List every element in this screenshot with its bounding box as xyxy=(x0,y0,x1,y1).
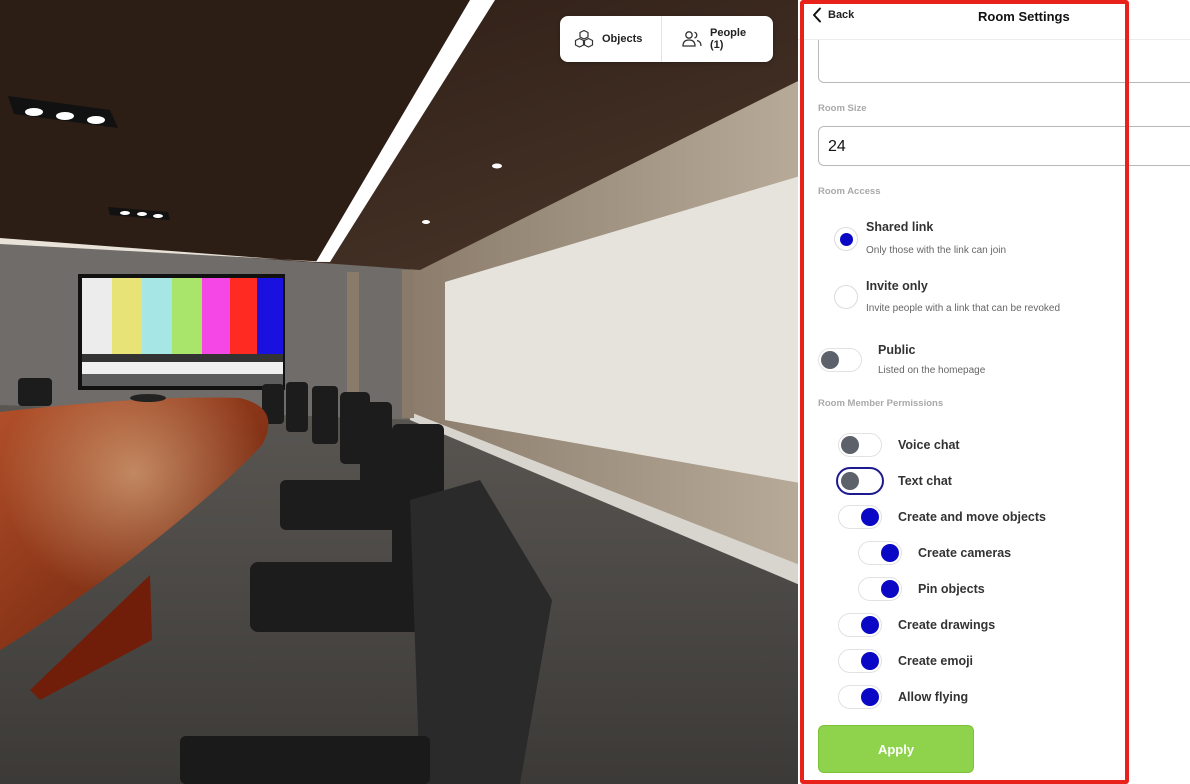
radio-shared-link[interactable] xyxy=(834,227,858,251)
apply-label: Apply xyxy=(877,741,915,757)
public-toggle[interactable] xyxy=(818,348,862,372)
room-size-input[interactable]: 24 xyxy=(818,126,1190,166)
toggle-create-move-objects[interactable] xyxy=(838,505,882,529)
panel-header: Back Room Settings xyxy=(798,0,1190,40)
people-icon xyxy=(682,31,702,47)
toggle-voice-chat[interactable] xyxy=(838,433,882,457)
toggle-allow-flying[interactable] xyxy=(838,685,882,709)
toggle-pin-objects[interactable] xyxy=(858,577,902,601)
perm-text-chat: Text chat xyxy=(898,474,952,488)
toggle-text-chat[interactable] xyxy=(836,467,884,495)
shared-link-title: Shared link xyxy=(866,220,934,234)
perm-create-move-objects: Create and move objects xyxy=(898,510,1046,524)
conference-room-scene xyxy=(0,0,800,784)
perm-create-drawings: Create drawings xyxy=(898,618,996,632)
room-description-field[interactable] xyxy=(818,40,1190,83)
people-button[interactable]: People (1) xyxy=(662,16,773,62)
3d-room-viewport[interactable] xyxy=(0,0,800,784)
room-settings-panel: Back Room Settings Room Size 24 Room Acc… xyxy=(798,0,1190,784)
perm-allow-flying: Allow flying xyxy=(898,690,969,704)
back-chevron-icon xyxy=(813,7,821,23)
perm-voice-chat: Voice chat xyxy=(898,438,960,452)
invite-only-subtitle: Invite people with a link that can be re… xyxy=(866,303,1061,314)
room-access-label: Room Access xyxy=(818,186,881,197)
objects-label: Objects xyxy=(602,33,643,45)
perm-create-emoji: Create emoji xyxy=(898,654,974,668)
invite-only-title: Invite only xyxy=(866,279,928,293)
member-permissions-label: Room Member Permissions xyxy=(818,398,944,409)
toggle-create-emoji[interactable] xyxy=(838,649,882,673)
public-subtitle: Listed on the homepage xyxy=(878,365,986,376)
objects-button[interactable]: Objects xyxy=(560,16,662,62)
room-size-label: Room Size xyxy=(818,103,867,114)
people-label: People (1) xyxy=(710,27,747,51)
back-label: Back xyxy=(828,9,855,21)
radio-invite-only[interactable] xyxy=(834,285,858,309)
apply-button[interactable]: Apply xyxy=(818,725,974,773)
perm-create-cameras: Create cameras xyxy=(918,546,1012,560)
toggle-create-drawings[interactable] xyxy=(838,613,882,637)
public-title: Public xyxy=(878,343,916,357)
toggle-create-cameras[interactable] xyxy=(858,541,902,565)
objects-icon xyxy=(574,29,594,48)
top-toolbar: Objects People (1) xyxy=(560,16,773,62)
shared-link-subtitle: Only those with the link can join xyxy=(866,245,1007,256)
panel-title: Room Settings xyxy=(978,9,1070,24)
perm-pin-objects: Pin objects xyxy=(918,582,985,596)
back-button[interactable]: Back xyxy=(812,7,854,23)
